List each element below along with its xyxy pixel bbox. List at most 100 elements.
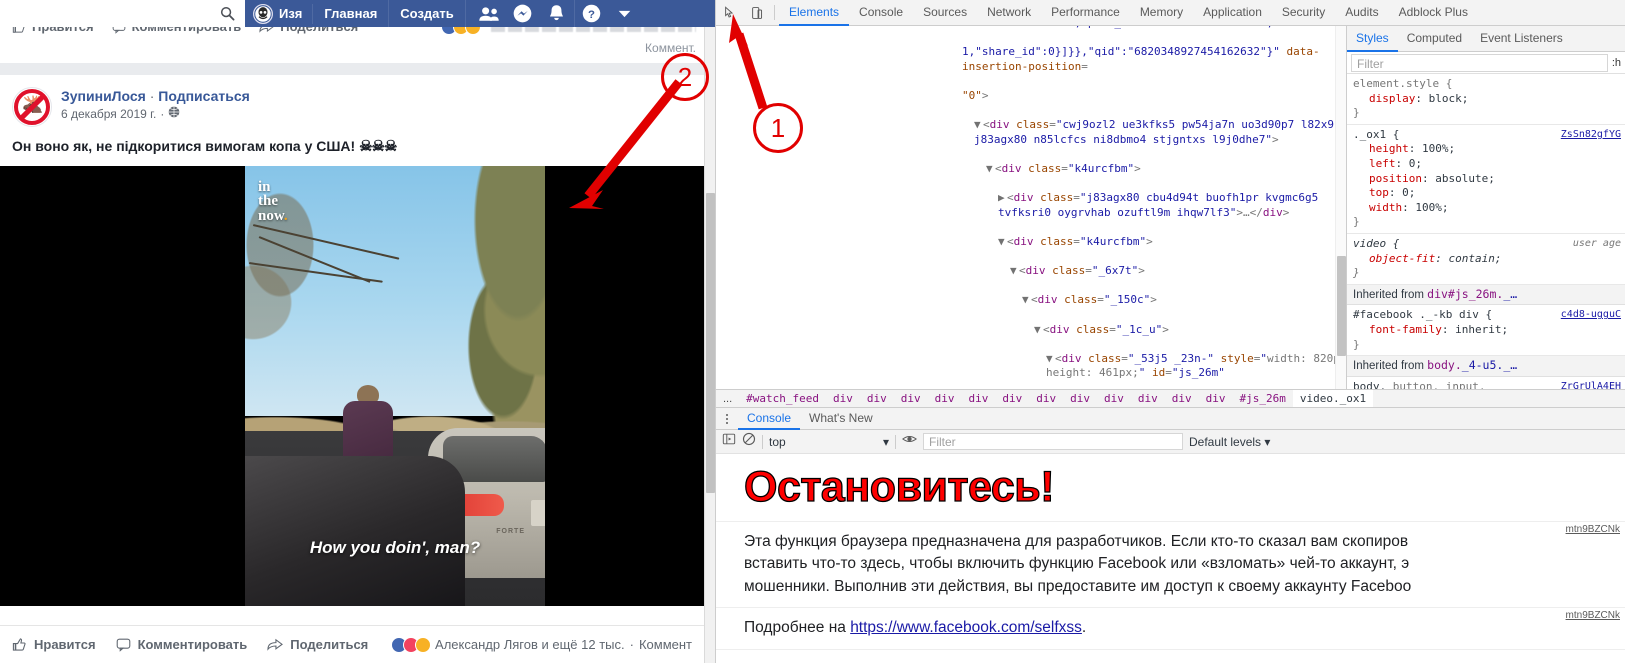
rule-value[interactable]: 100%;	[1415, 201, 1448, 214]
tab-network[interactable]: Network	[977, 0, 1041, 26]
reaction-names[interactable]: Александр Лягов и ещё 12 тыс.	[435, 637, 625, 652]
tab-audits[interactable]: Audits	[1335, 0, 1388, 26]
tab-adblock-plus[interactable]: Adblock Plus	[1389, 0, 1478, 26]
globe-icon[interactable]	[168, 106, 180, 121]
rule-property[interactable]: display	[1353, 92, 1415, 107]
share-button[interactable]: Поделиться	[267, 637, 368, 652]
breadcrumb-item[interactable]: #watch_feed	[739, 390, 826, 407]
nav-item-create[interactable]: Создать	[389, 0, 466, 27]
facebook-scrollbar-thumb[interactable]	[706, 193, 715, 493]
rule-source-link[interactable]: c4d8-ugguC	[1561, 308, 1621, 323]
messenger-icon[interactable]	[506, 0, 540, 27]
rule-value[interactable]: 0;	[1409, 157, 1422, 170]
search-input[interactable]	[0, 0, 245, 27]
tab-application[interactable]: Application	[1193, 0, 1272, 26]
rule-property[interactable]: font-family	[1353, 323, 1442, 338]
tab-styles[interactable]: Styles	[1347, 26, 1398, 52]
tab-event-listeners[interactable]: Event Listeners	[1471, 26, 1572, 52]
console-message-source[interactable]: mtn9BZCNk	[1566, 523, 1620, 538]
rule-property[interactable]: top	[1353, 186, 1389, 201]
rule-property[interactable]: width	[1353, 201, 1402, 216]
comment-count-label[interactable]: Коммент	[639, 637, 692, 652]
reaction-icons[interactable]	[391, 636, 432, 653]
console-message-source[interactable]: mtn9BZCNk	[1566, 609, 1620, 624]
elements-dom-tree-panel[interactable]: "EntVideoCreationStory","story_fbid": ["…	[716, 26, 1346, 389]
post-timestamp[interactable]: 6 декабря 2019 г.	[61, 107, 156, 121]
elements-scrollbar[interactable]	[1335, 26, 1346, 389]
style-rule-element-style[interactable]: element.style { display: block; }	[1347, 74, 1625, 125]
rule-value[interactable]: block;	[1429, 92, 1469, 105]
follow-button[interactable]: Подписаться	[158, 88, 250, 104]
clear-console-icon[interactable]	[742, 432, 756, 451]
previous-share-button[interactable]: Поделиться	[259, 27, 358, 34]
rule-property[interactable]: left	[1353, 157, 1396, 172]
tab-elements[interactable]: Elements	[779, 0, 849, 26]
style-rule-ox1[interactable]: ._ox1 { ZsSn82gfYG height: 100%; left: 0…	[1347, 125, 1625, 234]
drawer-more-options-icon[interactable]	[716, 408, 738, 430]
tab-console[interactable]: Console	[849, 0, 913, 26]
style-rule-facebook-kb-div[interactable]: #facebook ._-kb div { c4d8-ugguC font-fa…	[1347, 305, 1625, 357]
breadcrumb-item-selected[interactable]: video._ox1	[1292, 390, 1374, 407]
rule-value[interactable]: contain;	[1448, 252, 1501, 265]
comment-button[interactable]: Комментировать	[116, 637, 247, 652]
execution-context-icon[interactable]	[722, 432, 736, 451]
breadcrumb-item[interactable]: div	[1097, 390, 1131, 407]
breadcrumb-item[interactable]: div	[995, 390, 1029, 407]
nav-item-home[interactable]: Главная	[313, 0, 390, 27]
rule-value[interactable]: absolute;	[1435, 172, 1495, 185]
breadcrumb-item[interactable]: div	[928, 390, 962, 407]
rule-property[interactable]: position	[1353, 172, 1422, 187]
execution-context-selector[interactable]: top ▾	[769, 435, 889, 449]
rule-value[interactable]: inherit;	[1455, 323, 1508, 336]
tab-memory[interactable]: Memory	[1130, 0, 1193, 26]
rule-property[interactable]: object-fit	[1353, 252, 1435, 267]
breadcrumb-item[interactable]: div	[962, 390, 996, 407]
breadcrumb-overflow[interactable]: ...	[716, 390, 739, 407]
style-rule-video-ua[interactable]: video { user age object-fit: contain; }	[1347, 234, 1625, 285]
tab-computed[interactable]: Computed	[1398, 26, 1471, 52]
friend-requests-icon[interactable]	[472, 0, 506, 27]
rule-value[interactable]: 0;	[1402, 186, 1415, 199]
inherited-element[interactable]: div#js_26m.	[1427, 287, 1503, 301]
rule-property[interactable]: height	[1353, 142, 1409, 157]
selfxss-link[interactable]: https://www.facebook.com/selfxss	[850, 619, 1082, 636]
breadcrumb-item[interactable]: div	[860, 390, 894, 407]
drawer-tab-console[interactable]: Console	[738, 408, 800, 430]
elements-scrollbar-thumb[interactable]	[1337, 256, 1346, 356]
breadcrumb-item[interactable]: #js_26m	[1233, 390, 1293, 407]
breadcrumb-item[interactable]: div	[1165, 390, 1199, 407]
styles-filter-input[interactable]: Filter	[1351, 53, 1608, 72]
breadcrumb-item[interactable]: div	[826, 390, 860, 407]
previous-comment-button[interactable]: Комментировать	[112, 27, 241, 34]
rule-source-link[interactable]: ZsSn82gfYG	[1561, 128, 1621, 143]
post-video-player[interactable]: FORTE in the now. How you doin', man?	[0, 165, 704, 606]
notifications-icon[interactable]	[540, 0, 574, 27]
previous-like-button[interactable]: Нравится	[12, 27, 94, 34]
rule-source-link[interactable]: ZrGrUlA4EH	[1561, 380, 1621, 389]
page-avatar[interactable]: 🫎	[12, 87, 52, 127]
facebook-scrollbar[interactable]	[704, 27, 715, 663]
rule-value[interactable]: 100%;	[1422, 142, 1455, 155]
account-menu-chevron-icon[interactable]	[608, 0, 642, 27]
device-toolbar-icon[interactable]	[743, 0, 770, 26]
console-log-levels-selector[interactable]: Default levels ▾	[1189, 435, 1270, 449]
tab-performance[interactable]: Performance	[1041, 0, 1130, 26]
inspect-element-icon[interactable]	[716, 0, 743, 26]
breadcrumb-item[interactable]: div	[1131, 390, 1165, 407]
drawer-tab-whats-new[interactable]: What's New	[800, 408, 882, 430]
previous-comment-count[interactable]: Коммент.	[441, 41, 696, 55]
console-filter-input[interactable]: Filter	[923, 433, 1183, 450]
breadcrumb-item[interactable]: div	[1199, 390, 1233, 407]
post-author-name[interactable]: ЗупиниЛося	[61, 88, 146, 104]
profile-link[interactable]: Изя	[245, 3, 314, 24]
style-rule-body-button-input[interactable]: body, button, input, ZrGrUlA4EH label, s…	[1347, 377, 1625, 389]
breadcrumb-item[interactable]: div	[1029, 390, 1063, 407]
tab-security[interactable]: Security	[1272, 0, 1335, 26]
like-button[interactable]: Нравится	[12, 637, 96, 652]
help-icon[interactable]: ?	[573, 0, 608, 27]
tab-sources[interactable]: Sources	[913, 0, 977, 26]
breadcrumb-item[interactable]: div	[894, 390, 928, 407]
live-expression-icon[interactable]	[901, 432, 918, 451]
hover-state-toggle[interactable]: :h	[1612, 57, 1625, 69]
inherited-element[interactable]: body.	[1427, 358, 1462, 372]
